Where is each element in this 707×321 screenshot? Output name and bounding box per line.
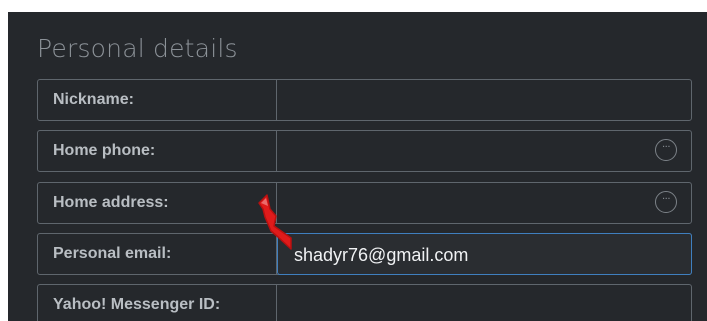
field-label-nickname: Nickname: [38, 80, 277, 120]
field-row-home-address: Home address: ··· [37, 182, 692, 224]
ellipsis-circle-icon[interactable]: ··· [655, 191, 677, 213]
personal-email-input[interactable]: shadyr76@gmail.com [277, 233, 692, 275]
nickname-input[interactable] [277, 80, 691, 120]
field-row-personal-email: Personal email: shadyr76@gmail.com [37, 233, 692, 275]
field-row-nickname: Nickname: [37, 79, 692, 121]
personal-details-panel: Personal details Nickname: Home phone: ·… [8, 12, 707, 321]
home-address-input[interactable] [277, 183, 691, 223]
home-phone-input[interactable] [277, 131, 691, 171]
field-label-personal-email: Personal email: [38, 234, 277, 274]
field-label-home-phone: Home phone: [38, 131, 277, 171]
field-label-yahoo-messenger-id: Yahoo! Messenger ID: [38, 285, 277, 321]
ellipsis-circle-icon[interactable]: ··· [655, 139, 677, 161]
field-label-home-address: Home address: [38, 183, 277, 223]
yahoo-messenger-id-input[interactable] [277, 285, 691, 321]
field-row-home-phone: Home phone: ··· [37, 130, 692, 172]
section-title: Personal details [37, 34, 238, 63]
field-row-yahoo-messenger-id: Yahoo! Messenger ID: [37, 284, 692, 321]
